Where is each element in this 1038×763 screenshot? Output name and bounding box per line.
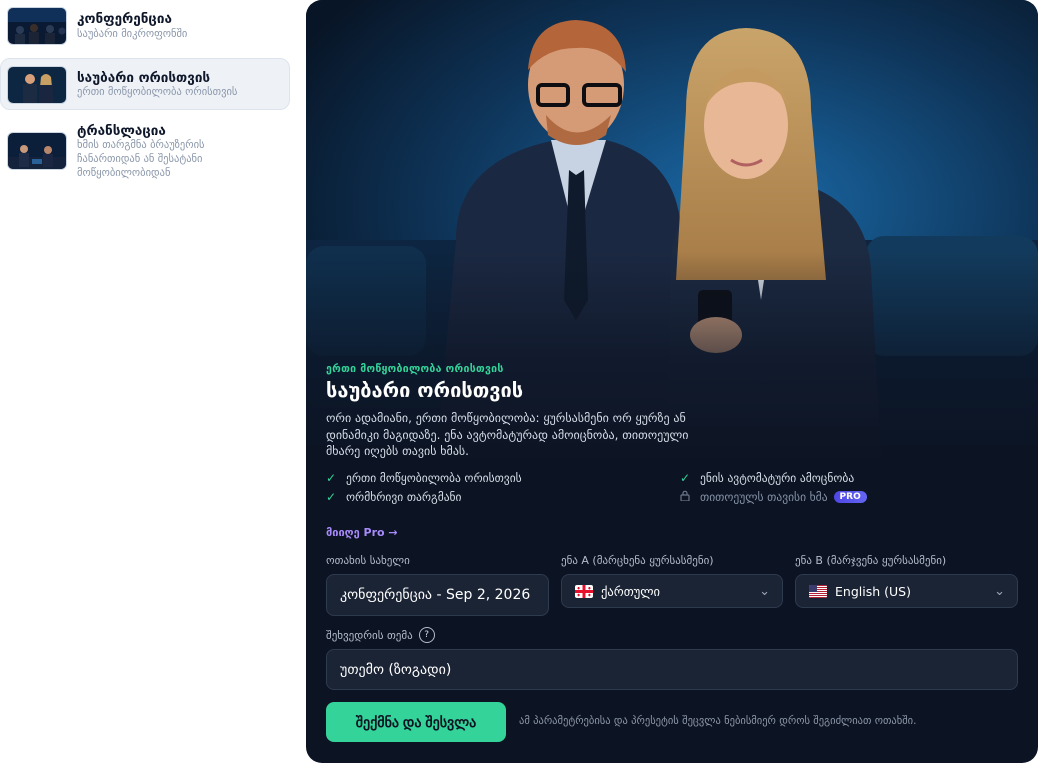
georgia-flag-icon xyxy=(575,584,593,598)
feature-label: ერთი მოწყობილობა ორისთვის xyxy=(346,471,522,485)
meeting-topic-label: შეხვედრის თემა ? xyxy=(326,627,435,643)
check-icon: ✓ xyxy=(680,471,691,485)
language-a-select[interactable]: ქართული ⌄ xyxy=(561,574,783,608)
mode-item-broadcast[interactable]: ტრანსლაცია ხმის თარგმნა ბრაუზერის ჩანართ… xyxy=(0,118,290,182)
room-name-label: ოთახის სახელი xyxy=(326,554,410,567)
get-pro-link[interactable]: მიიღე Pro → xyxy=(326,526,398,539)
hero-title: საუბარი ორისთვის xyxy=(326,378,524,402)
feature-item: ✓ ერთი მოწყობილობა ორისთვის xyxy=(326,471,522,485)
mode-subtitle: ერთი მოწყობილობა ორისთვის xyxy=(77,86,238,98)
mode-title: საუბარი ორისთვის xyxy=(77,70,211,86)
feature-item-locked: თითოეულს თავისი ხმა PRO xyxy=(680,490,867,504)
feature-item: ✓ ენის ავტომატური ამოცნობა xyxy=(680,471,854,485)
mode-item-conference[interactable]: კონფერენცია საუბარი მიკროფონში xyxy=(0,0,290,50)
hero-description: ორი ადამიანი, ერთი მოწყობილობა: ყურსასმე… xyxy=(326,411,689,458)
check-icon: ✓ xyxy=(326,471,337,485)
language-b-label: ენა B (მარჯვენა ყურსასმენი) xyxy=(795,554,947,567)
us-flag-icon xyxy=(809,584,827,598)
mode-subtitle: ხმის თარგმნა ბრაუზერის ჩანართიდან ან შეს… xyxy=(77,139,205,179)
two-person-thumbnail xyxy=(7,66,67,104)
mode-subtitle: საუბარი მიკროფონში xyxy=(77,28,188,40)
room-name-value: კონფერენცია - Sep 2, 2026 xyxy=(340,587,531,603)
hero-kicker: ერთი მოწყობილობა ორისთვის xyxy=(326,363,504,375)
lock-icon xyxy=(680,490,694,504)
language-b-value: English (US) xyxy=(835,583,911,599)
settings-footnote: ამ პარამეტრებისა და პრესეტის შეცვლა ნები… xyxy=(519,715,917,727)
room-name-input[interactable]: კონფერენცია - Sep 2, 2026 xyxy=(326,574,549,616)
mode-item-two-person[interactable]: საუბარი ორისთვის ერთი მოწყობილობა ორისთვ… xyxy=(0,58,290,110)
feature-label: თითოეულს თავისი ხმა xyxy=(700,490,828,504)
mode-list: კონფერენცია საუბარი მიკროფონში საუბარი ო… xyxy=(0,0,296,763)
meeting-topic-label-text: შეხვედრის თემა xyxy=(326,628,413,642)
feature-item: ✓ ორმხრივი თარგმანი xyxy=(326,490,462,504)
feature-label: ორმხრივი თარგმანი xyxy=(346,490,462,504)
help-icon[interactable]: ? xyxy=(418,627,435,643)
meeting-topic-select[interactable]: უთემო (ზოგადი) xyxy=(326,649,1018,690)
feature-label: ენის ავტომატური ამოცნობა xyxy=(700,471,855,485)
conference-thumbnail xyxy=(7,7,67,45)
chevron-down-icon: ⌄ xyxy=(759,584,770,599)
broadcast-thumbnail xyxy=(7,132,67,170)
language-a-value: ქართული xyxy=(601,583,661,599)
mode-title: ტრანსლაცია xyxy=(77,123,166,139)
language-a-label: ენა A (მარცხენა ყურსასმენი) xyxy=(561,554,714,567)
mode-title: კონფერენცია xyxy=(77,11,172,27)
meeting-topic-value: უთემო (ზოგადი) xyxy=(340,661,452,678)
create-and-join-button[interactable]: შექმნა და შესვლა xyxy=(326,702,506,742)
check-icon: ✓ xyxy=(326,490,337,504)
mode-detail-panel: ერთი მოწყობილობა ორისთვის საუბარი ორისთვ… xyxy=(306,0,1038,763)
language-b-select[interactable]: English (US) ⌄ xyxy=(795,574,1018,608)
chevron-down-icon: ⌄ xyxy=(994,584,1005,599)
pro-badge: PRO xyxy=(833,491,867,503)
